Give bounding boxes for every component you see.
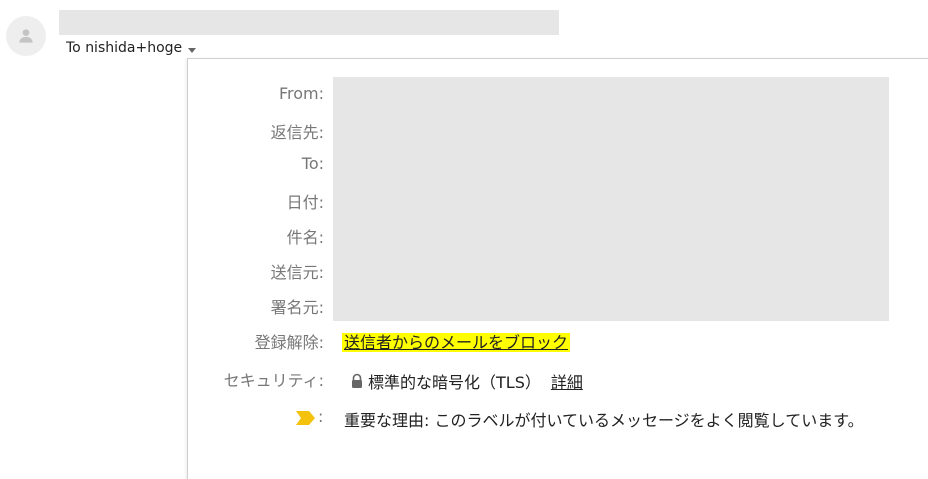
security-details-link[interactable]: 詳細 bbox=[551, 369, 583, 393]
security-text: 標準的な暗号化（TLS） bbox=[368, 373, 541, 392]
unsubscribe-label: 登録解除: bbox=[254, 333, 324, 352]
reply-to-label: 返信先: bbox=[270, 123, 324, 142]
date-label: 日付: bbox=[286, 193, 324, 212]
avatar[interactable] bbox=[6, 16, 46, 56]
to-label: To: bbox=[301, 154, 324, 173]
lock-icon bbox=[352, 373, 362, 388]
importance-colon: : bbox=[318, 407, 324, 426]
mailed-by-label: 送信元: bbox=[270, 263, 324, 282]
importance-marker-icon bbox=[296, 410, 316, 429]
caret-down-icon[interactable] bbox=[188, 47, 197, 53]
sender-name-redacted bbox=[59, 10, 559, 35]
subject-label: 件名: bbox=[286, 228, 324, 247]
recipient-text: To nishida+hoge bbox=[66, 40, 183, 56]
from-label: From: bbox=[278, 84, 324, 103]
recipient-line[interactable]: To nishida+hoge bbox=[66, 40, 197, 56]
block-sender-link[interactable]: 送信者からのメールをブロック bbox=[342, 333, 571, 352]
details-values-redacted bbox=[333, 77, 889, 321]
person-icon bbox=[19, 29, 33, 43]
security-label: セキュリティ: bbox=[223, 371, 324, 390]
security-value: 標準的な暗号化（TLS） 詳細 bbox=[350, 369, 583, 393]
signed-by-label: 署名元: bbox=[270, 298, 324, 317]
importance-reason: 重要な理由: このラベルが付いているメッセージをよく閲覧しています。 bbox=[344, 411, 864, 430]
